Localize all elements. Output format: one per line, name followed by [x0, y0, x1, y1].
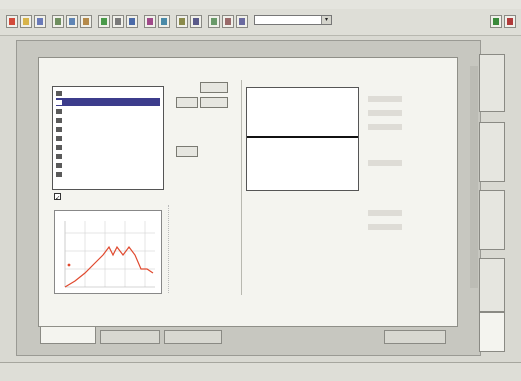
vtab-2[interactable] [479, 122, 505, 182]
option-button[interactable] [176, 146, 198, 157]
grid-icon[interactable] [222, 15, 234, 28]
check-icon [56, 90, 62, 96]
placeholder-field [368, 124, 402, 130]
grid-icon [56, 162, 62, 168]
application-window: ▾ ✓ [0, 0, 521, 381]
placeholder-field [368, 224, 402, 230]
add-button[interactable] [200, 82, 228, 93]
list-item-selected[interactable] [56, 98, 160, 106]
list-item[interactable] [56, 89, 160, 97]
vtab-5-active[interactable] [479, 312, 505, 352]
separator [241, 80, 242, 295]
grid-icon [56, 126, 62, 132]
component-listbox[interactable] [52, 86, 164, 190]
check-icon [56, 99, 62, 105]
tab-2[interactable] [100, 330, 160, 344]
placeholder-field [368, 96, 402, 102]
list-item[interactable] [56, 161, 160, 169]
selected-components-box[interactable] [246, 87, 359, 191]
vtab-4[interactable] [479, 258, 505, 312]
help-icon[interactable] [504, 15, 516, 28]
tab-4[interactable] [384, 330, 446, 344]
vertical-scrollbar[interactable] [470, 66, 478, 288]
list-item[interactable] [56, 134, 160, 142]
title-bar [0, 0, 521, 9]
grid-icon [56, 153, 62, 159]
list-item[interactable] [56, 107, 160, 115]
chart-icon[interactable] [112, 15, 124, 28]
list-item[interactable] [56, 170, 160, 178]
status-left [44, 366, 164, 374]
placeholder-field [368, 210, 402, 216]
move-button[interactable] [176, 97, 198, 108]
grid-icon [56, 171, 62, 177]
divider-line [247, 136, 358, 138]
grid-icon [56, 117, 62, 123]
cut-icon[interactable] [52, 15, 64, 28]
vtab-1[interactable] [479, 54, 505, 112]
remove-button[interactable] [200, 97, 228, 108]
tab-3[interactable] [164, 330, 222, 344]
check-icon[interactable] [98, 15, 110, 28]
chart-icon[interactable] [490, 15, 502, 28]
chart-grid [64, 221, 155, 288]
list-item[interactable] [56, 116, 160, 124]
grid-icon [56, 135, 62, 141]
grid-icon[interactable] [176, 15, 188, 28]
chart-svg [64, 221, 155, 288]
vtab-3[interactable] [479, 190, 505, 250]
chevron-down-icon[interactable]: ▾ [321, 16, 331, 24]
check-icon [56, 108, 62, 114]
placeholder-field [368, 110, 402, 116]
table-icon[interactable] [208, 15, 220, 28]
placeholder-field [368, 160, 402, 166]
zoom-icon[interactable] [158, 15, 170, 28]
redo-icon[interactable] [144, 15, 156, 28]
open-icon[interactable] [20, 15, 32, 28]
status-right [340, 366, 440, 374]
tab-1[interactable] [40, 327, 96, 344]
list-item[interactable] [56, 152, 160, 160]
chart-icon[interactable] [236, 15, 248, 28]
list-item[interactable] [56, 143, 160, 151]
chart-series-line [64, 245, 154, 288]
chart-marker [67, 263, 71, 267]
undo-icon[interactable] [126, 15, 138, 28]
new-icon[interactable] [6, 15, 18, 28]
grid-icon [56, 144, 62, 150]
copy-icon[interactable] [66, 15, 78, 28]
list-item[interactable] [56, 125, 160, 133]
option-checkbox[interactable]: ✓ [54, 192, 64, 202]
preview-area [168, 205, 238, 293]
frequency-chart [54, 210, 162, 294]
vertical-tab-strip [479, 40, 507, 356]
table-icon[interactable] [190, 15, 202, 28]
checkbox-icon[interactable]: ✓ [54, 192, 61, 202]
toolbar-combo[interactable]: ▾ [254, 15, 332, 25]
paste-icon[interactable] [80, 15, 92, 28]
save-icon[interactable] [34, 15, 46, 28]
